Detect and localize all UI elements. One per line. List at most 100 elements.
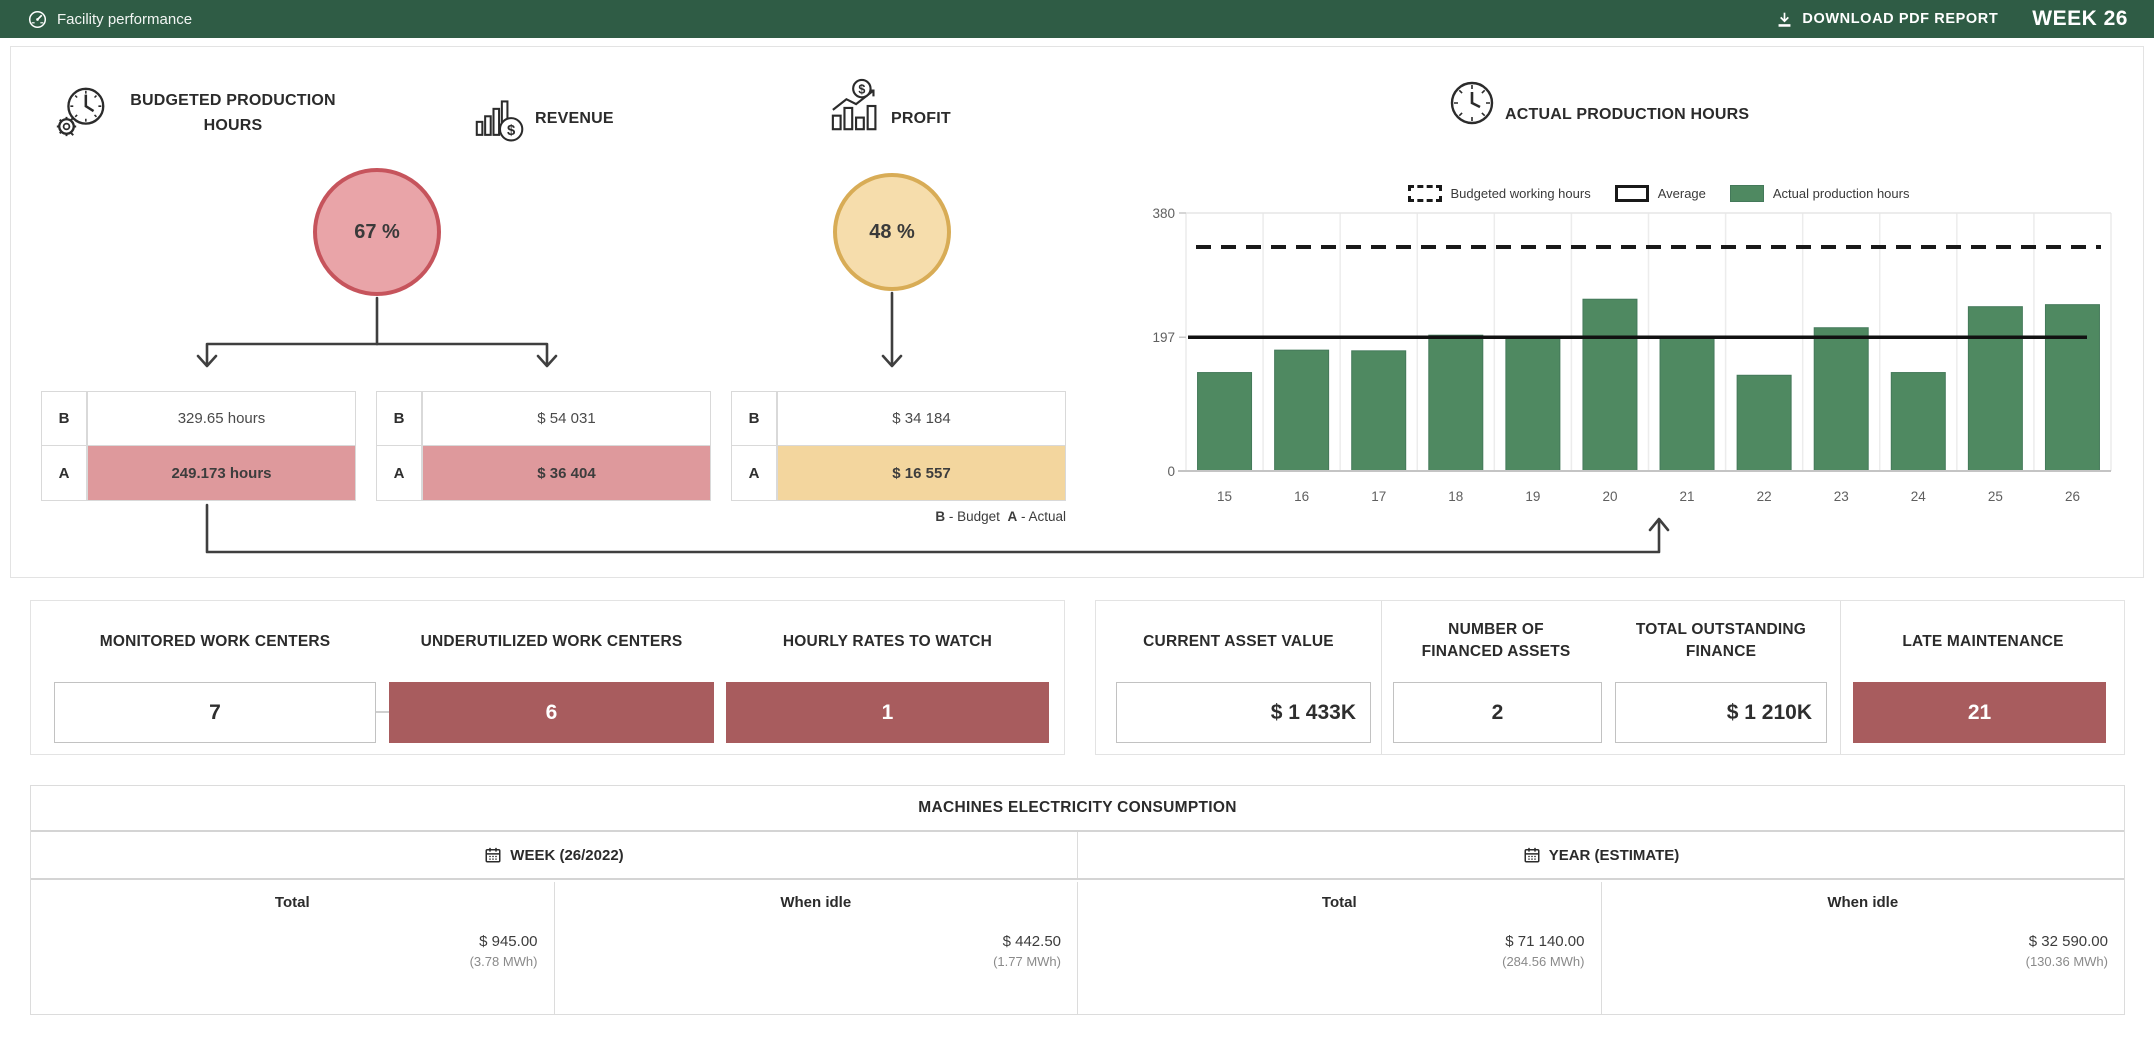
- cell-label: Total: [1078, 894, 1601, 911]
- chart-bar: [1583, 299, 1637, 471]
- y-axis-tick-label: 380: [1152, 207, 1175, 221]
- electricity-period-row: WEEK (26/2022) YEAR (ESTIMATE): [31, 832, 2124, 880]
- note-a-text: - Actual: [1021, 509, 1066, 524]
- cell-label: Total: [31, 894, 554, 911]
- profit-table: B $ 34 184 A $ 16 557: [731, 391, 1066, 501]
- download-pdf-label: DOWNLOAD PDF REPORT: [1802, 11, 1998, 27]
- note-a: A: [1007, 509, 1017, 524]
- page-title: Facility performance: [57, 11, 192, 28]
- actual-profit-value: $ 16 557: [777, 446, 1066, 501]
- period-year-label: YEAR (ESTIMATE): [1549, 847, 1680, 864]
- actual-hours-value: 249.173 hours: [87, 446, 356, 501]
- legend-label: Budgeted working hours: [1451, 186, 1591, 201]
- cell-energy: (1.77 MWh): [555, 954, 1078, 969]
- late-maintenance-count: 21: [1853, 682, 2106, 743]
- week-idle-cell: When idle $ 442.50 (1.77 MWh): [554, 882, 1078, 1014]
- x-axis-tick-label: 17: [1371, 489, 1386, 504]
- cell-label: When idle: [1602, 894, 2125, 911]
- y-axis-tick-label: 197: [1152, 330, 1175, 345]
- row-key-actual: A: [41, 446, 87, 501]
- assets-panel: CURRENT ASSET VALUE NUMBER OF FINANCED A…: [1095, 600, 2125, 755]
- week-badge: WEEK 26: [2032, 7, 2128, 31]
- electricity-values-row: Total $ 945.00 (3.78 MWh) When idle $ 44…: [31, 882, 2124, 1014]
- legend-item-actual: Actual production hours: [1730, 185, 1910, 202]
- revenue-table: B $ 54 031 A $ 36 404: [376, 391, 711, 501]
- calendar-icon: [484, 846, 502, 864]
- chart-bar: [1198, 373, 1252, 471]
- underutilized-work-centers-value: 6: [389, 682, 714, 743]
- table-row: B $ 54 031: [376, 391, 711, 446]
- x-axis-tick-label: 23: [1834, 489, 1849, 504]
- year-total-cell: Total $ 71 140.00 (284.56 MWh): [1077, 882, 1601, 1014]
- solid-line-swatch: [1615, 185, 1649, 202]
- x-axis-tick-label: 16: [1294, 489, 1309, 504]
- cell-cost: $ 71 140.00: [1078, 933, 1601, 950]
- row-key-actual: A: [731, 446, 777, 501]
- x-axis-tick-label: 18: [1448, 489, 1463, 504]
- monitored-work-centers-value: 7: [54, 682, 376, 743]
- facility-performance-dashboard: { "header": { "title": "Facility perform…: [0, 0, 2154, 1042]
- x-axis-tick-label: 19: [1525, 489, 1540, 504]
- green-bar-swatch: [1730, 185, 1764, 202]
- period-week-label: WEEK (26/2022): [510, 847, 623, 864]
- week-total-cell: Total $ 945.00 (3.78 MWh): [31, 882, 554, 1014]
- calendar-icon: [1523, 846, 1541, 864]
- cell-energy: (130.36 MWh): [1602, 954, 2125, 969]
- note-b-text: - Budget: [949, 509, 1000, 524]
- x-axis-tick-label: 15: [1217, 489, 1232, 504]
- chart-bar: [1891, 373, 1945, 471]
- legend-label: Actual production hours: [1773, 186, 1910, 201]
- row-key-budget: B: [41, 391, 87, 446]
- x-axis-tick-label: 25: [1988, 489, 2003, 504]
- cell-cost: $ 442.50: [555, 933, 1078, 950]
- total-outstanding-finance-label: TOTAL OUTSTANDING FINANCE: [1623, 619, 1819, 664]
- late-maintenance-label: LATE MAINTENANCE: [1850, 631, 2116, 653]
- gauge-icon: [28, 10, 47, 29]
- electricity-consumption-panel: MACHINES ELECTRICITY CONSUMPTION WEEK (2…: [30, 785, 2125, 1015]
- x-axis-tick-label: 26: [2065, 489, 2080, 504]
- divider: [1381, 601, 1382, 754]
- underutilized-work-centers-label: UNDERUTILIZED WORK CENTERS: [389, 631, 714, 653]
- connector-line: [376, 711, 389, 713]
- budgeted-hours-table: B 329.65 hours A 249.173 hours: [41, 391, 356, 501]
- legend-item-average: Average: [1615, 185, 1706, 202]
- electricity-title: MACHINES ELECTRICITY CONSUMPTION: [31, 786, 2124, 832]
- table-row: A $ 16 557: [731, 446, 1066, 501]
- row-key-budget: B: [731, 391, 777, 446]
- chart-bar: [1275, 350, 1329, 471]
- note-b: B: [935, 509, 945, 524]
- chart-bar: [2045, 305, 2099, 471]
- chart-legend: Budgeted working hours Average Actual pr…: [1196, 185, 2121, 202]
- year-idle-cell: When idle $ 32 590.00 (130.36 MWh): [1601, 882, 2125, 1014]
- dashed-line-swatch: [1408, 185, 1442, 202]
- chart-bar: [1737, 375, 1791, 471]
- current-asset-value: $ 1 433K: [1116, 682, 1371, 743]
- work-centers-panel: MONITORED WORK CENTERS UNDERUTILIZED WOR…: [30, 600, 1065, 755]
- table-row: B $ 34 184: [731, 391, 1066, 446]
- table-row: A $ 36 404: [376, 446, 711, 501]
- cell-energy: (284.56 MWh): [1078, 954, 1601, 969]
- row-key-actual: A: [376, 446, 422, 501]
- period-year: YEAR (ESTIMATE): [1077, 832, 2124, 878]
- monitored-work-centers-label: MONITORED WORK CENTERS: [54, 631, 376, 653]
- budget-profit-value: $ 34 184: [777, 391, 1066, 446]
- app-header: Facility performance DOWNLOAD PDF REPORT…: [0, 0, 2154, 38]
- y-axis-tick-label: 0: [1167, 464, 1175, 479]
- kpi-and-chart-panel: BUDGETED PRODUCTION HOURS $ REVENUE $ PR…: [10, 46, 2144, 578]
- period-week: WEEK (26/2022): [31, 832, 1077, 878]
- x-axis-tick-label: 20: [1602, 489, 1617, 504]
- divider: [1840, 601, 1841, 754]
- cell-cost: $ 945.00: [31, 933, 554, 950]
- chart-bar: [1814, 328, 1868, 471]
- download-pdf-button[interactable]: DOWNLOAD PDF REPORT: [1776, 11, 1998, 28]
- chart-bar: [1968, 307, 2022, 471]
- budget-hours-value: 329.65 hours: [87, 391, 356, 446]
- x-axis-tick-label: 21: [1680, 489, 1695, 504]
- number-of-financed-assets: 2: [1393, 682, 1602, 743]
- hourly-rates-to-watch-value: 1: [726, 682, 1049, 743]
- chart-bar: [1660, 337, 1714, 471]
- chart-bar: [1506, 337, 1560, 471]
- current-asset-value-label: CURRENT ASSET VALUE: [1106, 631, 1371, 653]
- actual-production-hours-chart: 0197380151617181920212223242526: [1101, 207, 2135, 527]
- budget-revenue-value: $ 54 031: [422, 391, 711, 446]
